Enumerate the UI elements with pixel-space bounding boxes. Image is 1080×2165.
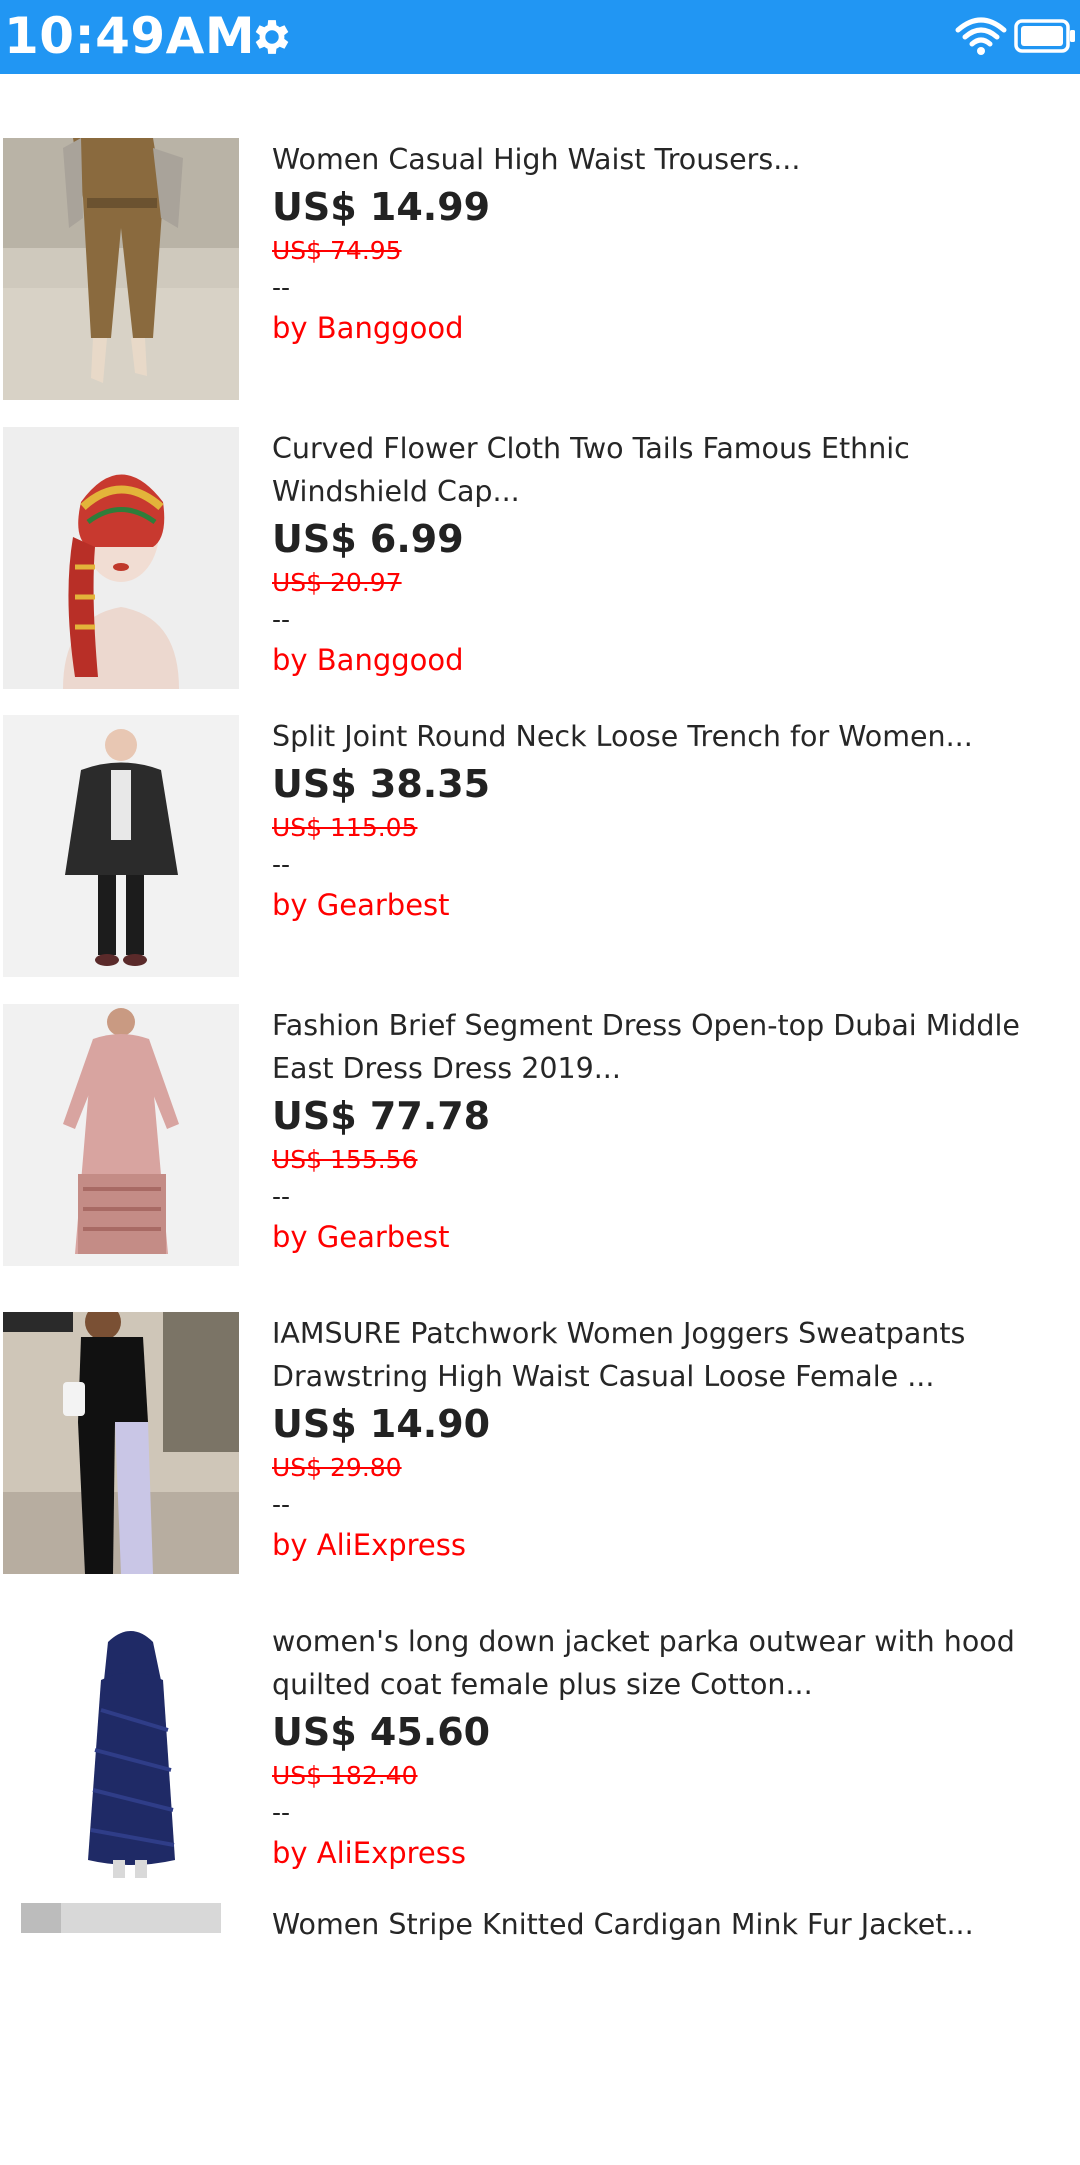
product-vendor: by Gearbest	[272, 1220, 450, 1254]
product-price: US$ 38.35	[272, 762, 491, 806]
product-info: IAMSURE Patchwork Women Joggers Sweatpan…	[272, 1312, 1062, 1566]
gear-icon	[255, 20, 289, 54]
battery-icon	[1014, 19, 1075, 53]
product-image[interactable]	[3, 715, 239, 977]
product-vendor: by Gearbest	[272, 888, 450, 922]
product-title[interactable]: Women Stripe Knitted Cardigan Mink Fur J…	[272, 1903, 1062, 1946]
product-rating: --	[272, 1182, 291, 1211]
product-image[interactable]	[3, 427, 239, 689]
product-info: Fashion Brief Segment Dress Open-top Dub…	[272, 1004, 1062, 1258]
product-old-price: US$ 115.05	[272, 813, 418, 842]
product-info: Split Joint Round Neck Loose Trench for …	[272, 715, 1062, 926]
product-vendor: by AliExpress	[272, 1528, 466, 1562]
product-old-price: US$ 20.97	[272, 568, 402, 597]
product-vendor: by Banggood	[272, 311, 464, 345]
product-image[interactable]	[3, 1312, 239, 1574]
product-price: US$ 14.99	[272, 185, 491, 229]
wifi-icon	[955, 17, 1007, 55]
product-rating: --	[272, 273, 291, 302]
product-image[interactable]	[3, 1903, 239, 2165]
product-price: US$ 77.78	[272, 1094, 491, 1138]
status-time: 10:49AM	[4, 7, 256, 65]
product-rating: --	[272, 1798, 291, 1827]
product-image[interactable]	[3, 1620, 239, 1882]
product-title[interactable]: IAMSURE Patchwork Women Joggers Sweatpan…	[272, 1312, 1062, 1398]
product-title[interactable]: women's long down jacket parka outwear w…	[272, 1620, 1062, 1706]
product-info: women's long down jacket parka outwear w…	[272, 1620, 1062, 1874]
product-title[interactable]: Fashion Brief Segment Dress Open-top Dub…	[272, 1004, 1062, 1090]
product-image[interactable]	[3, 1004, 239, 1266]
product-old-price: US$ 155.56	[272, 1145, 418, 1174]
product-info: Women Casual High Waist Trousers... US$ …	[272, 138, 1062, 349]
product-old-price: US$ 182.40	[272, 1761, 418, 1790]
product-price: US$ 6.99	[272, 517, 464, 561]
product-vendor: by Banggood	[272, 643, 464, 677]
product-rating: --	[272, 1490, 291, 1519]
product-rating: --	[272, 850, 291, 879]
product-old-price: US$ 74.95	[272, 236, 402, 265]
product-title[interactable]: Curved Flower Cloth Two Tails Famous Eth…	[272, 427, 1062, 513]
product-info: Curved Flower Cloth Two Tails Famous Eth…	[272, 427, 1062, 681]
product-rating: --	[272, 605, 291, 634]
product-title[interactable]: Split Joint Round Neck Loose Trench for …	[272, 715, 1062, 758]
product-info: Women Stripe Knitted Cardigan Mink Fur J…	[272, 1903, 1062, 1946]
product-price: US$ 45.60	[272, 1710, 491, 1754]
product-title[interactable]: Women Casual High Waist Trousers...	[272, 138, 1062, 181]
status-bar: 10:49AM	[0, 0, 1080, 74]
product-vendor: by AliExpress	[272, 1836, 466, 1870]
product-old-price: US$ 29.80	[272, 1453, 402, 1482]
product-image[interactable]	[3, 138, 239, 400]
product-price: US$ 14.90	[272, 1402, 491, 1446]
